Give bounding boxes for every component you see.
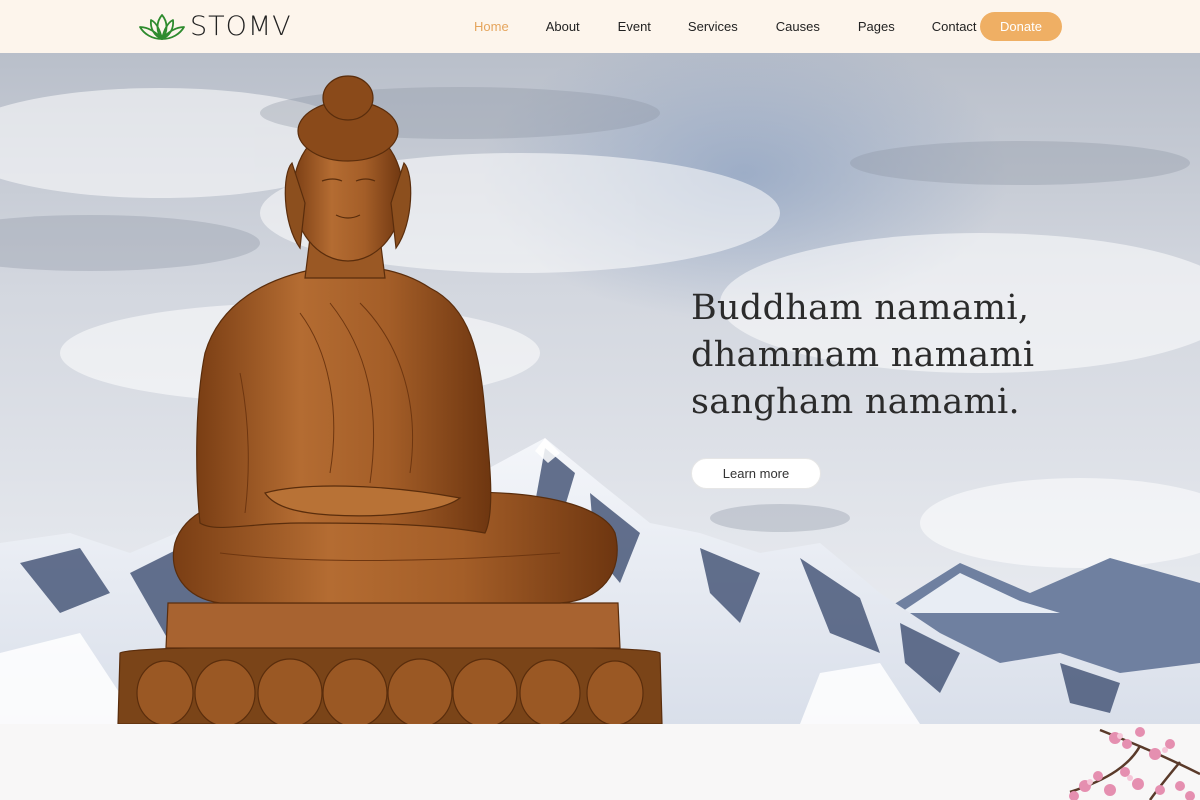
hero-text-block: Buddham namami, dhammam namami sangham n…: [691, 285, 1034, 426]
nav-pages[interactable]: Pages: [858, 19, 895, 34]
cherry-blossom-icon: [1069, 727, 1200, 800]
hero-section: Buddham namami, dhammam namami sangham n…: [0, 53, 1200, 724]
site-header: STOMV Home About Event Services Causes P…: [0, 0, 1200, 53]
nav-causes[interactable]: Causes: [776, 19, 820, 34]
nav-event[interactable]: Event: [618, 19, 651, 34]
nav-contact[interactable]: Contact: [932, 19, 977, 34]
nav-about[interactable]: About: [546, 19, 580, 34]
nav-home[interactable]: Home: [474, 19, 509, 34]
lotus-icon: [139, 13, 185, 40]
donate-button[interactable]: Donate: [980, 12, 1062, 41]
hero-title: Buddham namami, dhammam namami sangham n…: [691, 288, 1035, 422]
logo-text: STOMV: [190, 11, 292, 42]
site-logo[interactable]: STOMV: [138, 11, 292, 42]
next-section: [0, 724, 1200, 800]
main-nav: Home About Event Services Causes Pages C…: [452, 0, 977, 53]
nav-services[interactable]: Services: [688, 19, 738, 34]
learn-more-button[interactable]: Learn more: [691, 458, 821, 489]
